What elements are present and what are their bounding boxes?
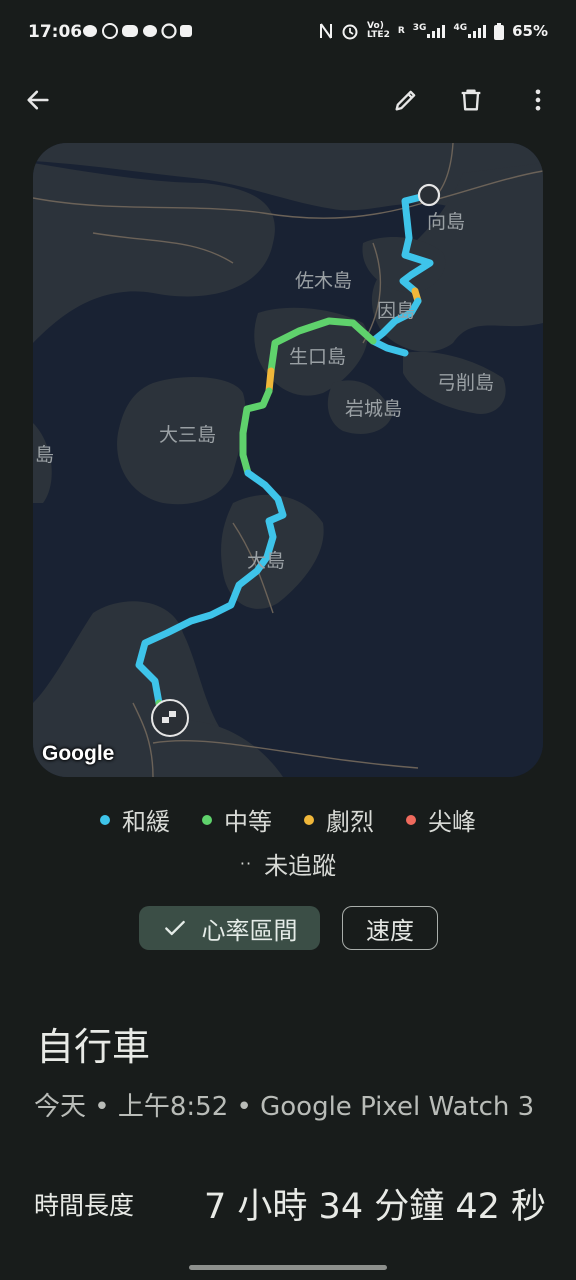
bus-icon xyxy=(180,25,192,37)
message-icon xyxy=(143,25,157,37)
edit-button[interactable] xyxy=(382,72,430,128)
arrow-left-icon xyxy=(27,90,49,110)
rider-icon xyxy=(102,23,118,39)
legend: 和緩 中等 劇烈 尖峰 xyxy=(0,802,576,837)
battery-icon xyxy=(494,22,505,40)
dotted-line-icon: ·· xyxy=(239,854,253,873)
dot-icon xyxy=(406,814,416,825)
chat-bubble-icon xyxy=(83,25,97,37)
volte-indicator: Vo) LTE2 xyxy=(367,21,390,40)
legend-item-medium: 中等 xyxy=(202,802,272,837)
battery-percent: 65% xyxy=(512,22,548,40)
activity-title: 自行車 xyxy=(36,1025,151,1069)
legend-item-intense: 劇烈 xyxy=(304,802,374,837)
label-omishima: 大三島 xyxy=(159,424,216,446)
status-bar: 17:06 Vo) LTE2 R 3G 4G 65% xyxy=(0,0,576,68)
label-mukaishima: 向島 xyxy=(427,211,465,233)
activity-meta: 今天 • 上午8:52 • Google Pixel Watch 3 xyxy=(34,1092,535,1122)
gesture-bar[interactable] xyxy=(189,1265,387,1270)
legend-item-untracked: ·· 未追蹤 xyxy=(239,852,337,880)
line-icon xyxy=(122,25,138,37)
label-innoshima: 因島 xyxy=(377,300,415,322)
app-bar xyxy=(0,72,576,128)
google-logo: Google xyxy=(42,742,115,765)
label-yugeshima: 弓削島 xyxy=(437,372,494,394)
signal-4g: 4G xyxy=(453,24,487,38)
delete-icon xyxy=(461,89,481,111)
roaming-indicator: R xyxy=(397,25,405,36)
label-sagishima: 佐木島 xyxy=(295,270,352,292)
dot-icon xyxy=(100,814,110,825)
signal-3g: 3G xyxy=(413,24,446,38)
legend-untracked: ·· 未追蹤 xyxy=(0,846,576,881)
back-button[interactable] xyxy=(14,72,62,128)
signal-icon xyxy=(468,25,487,38)
label-ikuchijima: 生口島 xyxy=(289,346,346,368)
edit-icon xyxy=(395,90,416,111)
duration-value: 7 小時 34 分鐘 42 秒 xyxy=(204,1187,546,1227)
legend-item-moderate: 和緩 xyxy=(100,802,170,837)
threads-icon xyxy=(161,23,177,39)
start-marker xyxy=(417,183,441,207)
more-button[interactable] xyxy=(514,72,562,128)
label-oshima: 大島 xyxy=(247,550,285,572)
chip-label: 速度 xyxy=(366,916,414,945)
status-right: Vo) LTE2 R 3G 4G 65% xyxy=(319,22,548,40)
chip-label: 心率區間 xyxy=(201,916,298,945)
dot-icon xyxy=(202,814,212,825)
nfc-icon xyxy=(320,23,333,39)
label-left-edge: 島 xyxy=(35,444,54,466)
dot-icon xyxy=(304,814,314,825)
alarm-icon xyxy=(342,24,358,40)
legend-item-peak: 尖峰 xyxy=(406,802,476,837)
finish-marker xyxy=(151,699,189,737)
duration-label: 時間長度 xyxy=(34,1191,135,1220)
more-vert-icon xyxy=(535,89,541,111)
check-icon xyxy=(164,920,185,936)
status-time: 17:06 xyxy=(28,22,83,42)
route-map[interactable]: 向島 佐木島 因島 生口島 弓削島 岩城島 大三島 大島 島 Google xyxy=(33,143,543,777)
label-iwagijima: 岩城島 xyxy=(345,398,402,420)
delete-button[interactable] xyxy=(447,72,495,128)
speed-chip[interactable]: 速度 xyxy=(342,906,438,950)
notification-icons xyxy=(82,22,192,44)
heart-rate-zone-chip[interactable]: 心率區間 xyxy=(139,906,320,950)
signal-icon xyxy=(427,25,446,38)
